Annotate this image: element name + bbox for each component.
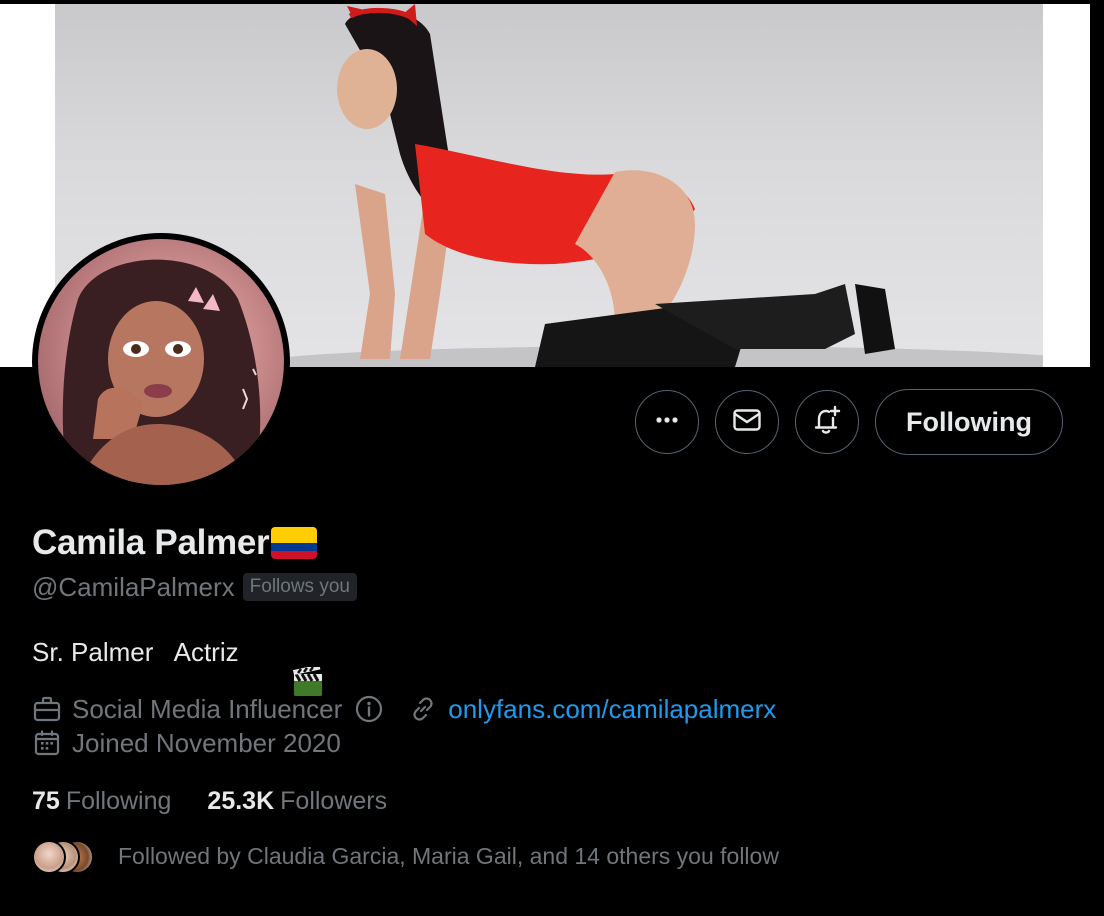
- more-button[interactable]: [635, 390, 700, 454]
- profile-category: Social Media Influencer: [72, 693, 343, 724]
- notifications-button[interactable]: [795, 390, 860, 454]
- followed-by-row[interactable]: Followed by Claudia Garcia, Maria Gail, …: [32, 838, 779, 874]
- info-icon[interactable]: [354, 694, 384, 724]
- colombia-flag-icon: [271, 527, 318, 559]
- avatar: [32, 840, 66, 874]
- bell-plus-icon: [810, 403, 844, 442]
- profile-actions: Following: [635, 389, 1063, 455]
- profile-bio: Sr. Palmer Actriz: [32, 634, 322, 696]
- followers-label: Followers: [280, 786, 388, 815]
- envelope-icon: [731, 404, 763, 441]
- message-button[interactable]: [715, 390, 780, 454]
- joined-date: Joined November 2020: [72, 727, 341, 758]
- briefcase-icon: [32, 694, 62, 724]
- follows-you-badge: Follows you: [242, 573, 357, 601]
- followed-by-text: Followed by Claudia Garcia, Maria Gail, …: [118, 842, 779, 869]
- follow-counts: 75 Following 25.3K Followers: [32, 783, 387, 819]
- following-label: Following: [65, 786, 172, 815]
- avatar-illustration: [38, 239, 284, 485]
- calendar-icon: [32, 728, 62, 758]
- mutual-avatars: [32, 838, 98, 874]
- display-name: Camila Palmer: [32, 523, 270, 562]
- following-count-link[interactable]: 75 Following: [32, 787, 171, 816]
- followers-count: 25.3K: [207, 786, 275, 815]
- profile-meta-row: Social Media Influencer onlyfans.com/cam…: [32, 692, 776, 726]
- handle-row: @CamilaPalmerx Follows you: [32, 570, 357, 604]
- profile-page: Following Camila Palmer @CamilaPalmerx F…: [0, 0, 1104, 916]
- following-button[interactable]: Following: [875, 389, 1063, 455]
- user-handle: @CamilaPalmerx: [32, 571, 235, 602]
- bio-text: Sr. Palmer Actriz: [32, 636, 239, 667]
- window-edge: [1090, 0, 1104, 916]
- link-icon: [408, 694, 438, 724]
- display-name-row: Camila Palmer: [32, 520, 318, 566]
- profile-avatar[interactable]: [32, 233, 290, 491]
- website-link[interactable]: onlyfans.com/camilapalmerx: [448, 694, 776, 725]
- joined-row: Joined November 2020: [32, 726, 341, 760]
- followers-count-link[interactable]: 25.3K Followers: [207, 787, 387, 816]
- clapper-board-icon: [249, 636, 322, 696]
- following-count: 75: [32, 786, 60, 815]
- more-horizontal-icon: [652, 405, 682, 440]
